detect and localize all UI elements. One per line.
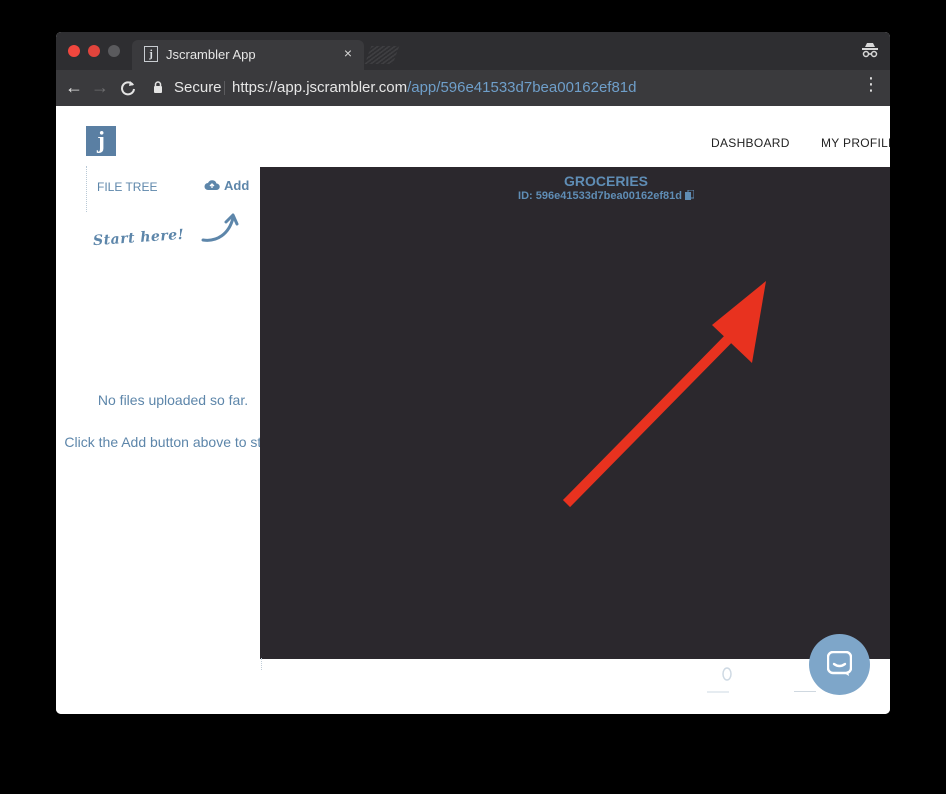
hint-arrow-icon	[201, 213, 239, 242]
cloud-upload-icon	[204, 180, 220, 190]
favicon-icon: j	[144, 46, 158, 62]
project-id: ID: 596e41533d7bea00162ef81d	[260, 190, 890, 202]
new-tab-button[interactable]	[364, 46, 400, 64]
annotation-arrow	[562, 281, 766, 507]
reload-icon[interactable]	[120, 80, 136, 96]
chat-launcher-button[interactable]	[809, 634, 870, 695]
lock-icon	[154, 81, 162, 93]
tab-close-icon[interactable]: ×	[344, 45, 352, 61]
secure-label: Secure	[174, 79, 222, 96]
address-divider	[224, 81, 225, 95]
footer-divider	[261, 658, 263, 670]
copy-icon[interactable]	[684, 190, 694, 200]
jscrambler-logo[interactable]: j	[86, 126, 116, 156]
browser-menu-icon[interactable]: ⋮	[862, 75, 880, 93]
project-id-text: ID: 596e41533d7bea00162ef81d	[518, 190, 682, 202]
empty-files-message: No files uploaded so far.	[97, 392, 249, 408]
empty-files-instructions: Click the Add button above to start.	[64, 434, 282, 450]
chat-icon	[827, 651, 852, 676]
file-tree-title: FILE TREE	[97, 180, 158, 194]
title-bar: j Jscrambler App ×	[56, 32, 890, 70]
file-tree-divider	[86, 166, 88, 212]
browser-window: j Jscrambler App × ← → Secure https://ap…	[56, 32, 890, 714]
add-button-label: Add	[224, 178, 250, 193]
browser-toolbar: ← → Secure https://app.jscrambler.com/ap…	[56, 70, 890, 106]
app-page: j DASHBOARD MY PROFILE FILE TREE Add Sta…	[56, 106, 890, 714]
forward-arrow-icon[interactable]: →	[91, 78, 109, 96]
url-text[interactable]: https://app.jscrambler.com/app/596e41533…	[232, 79, 636, 96]
footer-logo-icon	[707, 667, 732, 693]
nav-dashboard[interactable]: DASHBOARD	[711, 136, 790, 150]
close-window-button[interactable]	[68, 45, 80, 57]
nav-my-profile[interactable]: MY PROFILE	[821, 136, 890, 150]
project-title: GROCERIES	[563, 173, 648, 189]
browser-tab[interactable]: j Jscrambler App ×	[132, 40, 364, 70]
start-here-hint: Start here!	[92, 226, 185, 250]
maximize-window-button[interactable]	[108, 45, 120, 57]
tab-title: Jscrambler App	[166, 47, 256, 62]
back-arrow-icon[interactable]: ←	[65, 78, 83, 96]
minimize-window-button[interactable]	[88, 45, 100, 57]
address-bar[interactable]: Secure https://app.jscrambler.com/app/59…	[147, 74, 859, 100]
footer-line	[794, 691, 816, 692]
editor-panel[interactable]: GROCERIES ID: 596e41533d7bea00162ef81d	[260, 167, 890, 659]
incognito-icon	[862, 43, 878, 58]
